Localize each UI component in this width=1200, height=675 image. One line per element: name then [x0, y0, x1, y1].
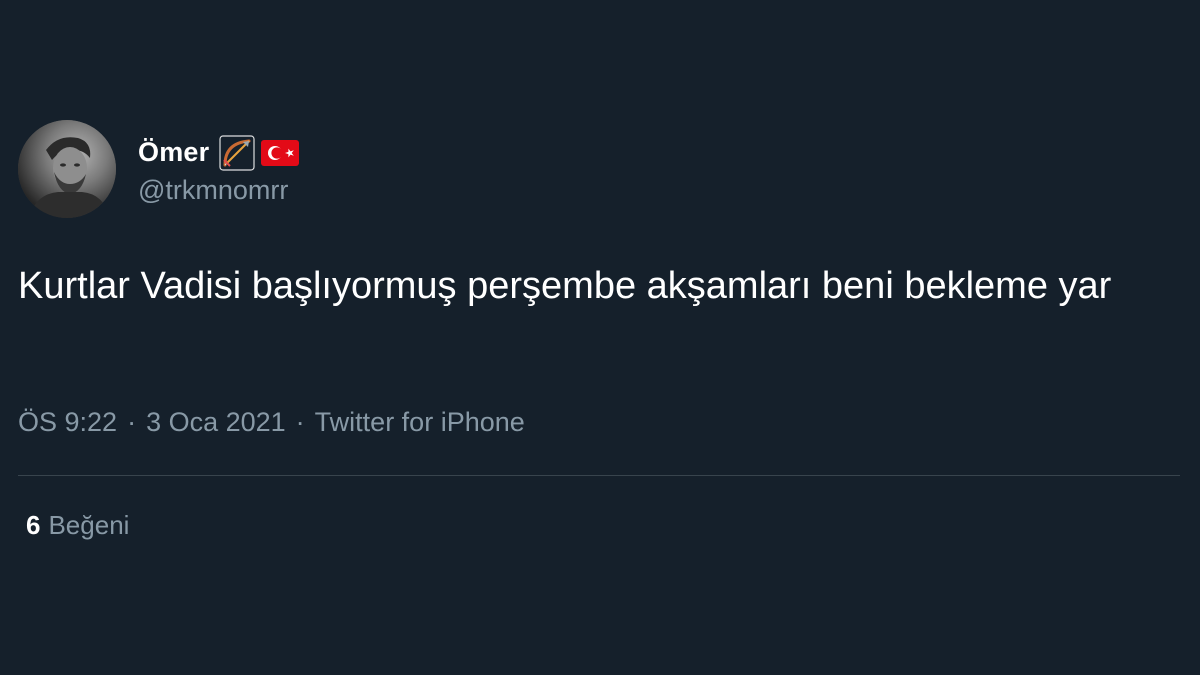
tweet-date[interactable]: 3 Oca 2021 — [146, 407, 286, 438]
meta-separator: · — [295, 407, 305, 437]
likes-label: Beğeni — [48, 510, 130, 540]
bow-and-arrow-icon — [219, 134, 255, 171]
turkey-flag-icon — [261, 139, 300, 166]
tweet-source[interactable]: Twitter for iPhone — [315, 407, 525, 438]
likes-stat[interactable]: 6 Beğeni — [26, 510, 129, 541]
divider — [18, 475, 1180, 476]
tweet-header: Ömer @trkmnomrr — [18, 120, 300, 218]
tweet-text: Kurtlar Vadisi başlıyormuş perşembe akşa… — [18, 265, 1112, 307]
tweet-card: Ömer @trkmnomrr Kurtlar Vadisi başlıyorm… — [0, 0, 1200, 675]
meta-separator: · — [127, 407, 137, 437]
author-handle[interactable]: @trkmnomrr — [138, 175, 299, 206]
author-display-name[interactable]: Ömer — [138, 137, 209, 168]
tweet-meta: ÖS 9:22 · 3 Oca 2021 · Twitter for iPhon… — [18, 407, 525, 438]
tweet-time[interactable]: ÖS 9:22 — [18, 407, 117, 438]
likes-count: 6 — [26, 510, 41, 540]
author-info: Ömer @trkmnomrr — [138, 133, 300, 206]
avatar-photo-icon — [18, 120, 116, 218]
name-row: Ömer — [138, 133, 300, 173]
avatar[interactable] — [18, 120, 116, 218]
